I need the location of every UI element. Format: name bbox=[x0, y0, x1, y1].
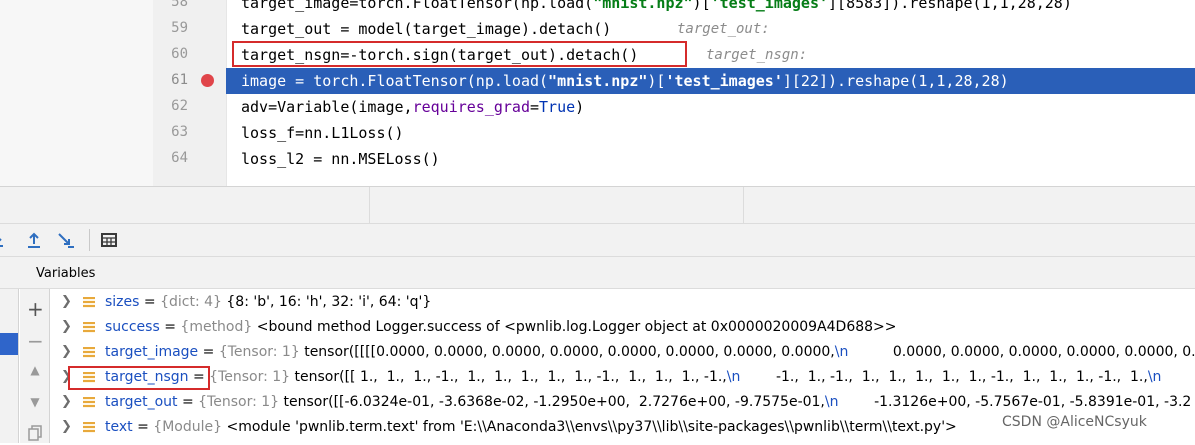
download-icon[interactable] bbox=[0, 230, 14, 250]
chevron-right-icon[interactable]: ❯ bbox=[61, 394, 72, 409]
variable-text: success = {method} <bound method Logger.… bbox=[105, 319, 897, 335]
plus-icon[interactable]: + bbox=[27, 297, 44, 321]
line-number: 60 bbox=[171, 46, 188, 62]
field-icon bbox=[83, 422, 95, 433]
breakpoint-icon[interactable] bbox=[201, 74, 214, 87]
header-separator bbox=[743, 187, 744, 223]
code-text: loss_f=nn.L1Loss() bbox=[241, 124, 404, 142]
inline-debug-hint: target_out: bbox=[677, 21, 770, 37]
gutter-line-61: 61 bbox=[153, 68, 226, 94]
code-line-62[interactable]: 62 adv=Variable(image,requires_grad=True… bbox=[153, 94, 1195, 120]
code-text: target_out = model(target_image).detach(… bbox=[241, 20, 612, 38]
variable-text: target_nsgn = {Tensor: 1} tensor([[ 1., … bbox=[105, 369, 1162, 385]
code-editor[interactable]: 58 target_image=torch.FloatTensor(np.loa… bbox=[0, 0, 1195, 186]
chevron-right-icon[interactable]: ❯ bbox=[61, 419, 72, 434]
variable-row-sizes[interactable]: ❯ sizes = {dict: 4} {8: 'b', 16: 'h', 32… bbox=[51, 290, 1195, 315]
field-icon bbox=[83, 297, 95, 308]
variables-title: Variables bbox=[36, 266, 96, 281]
variable-row-target-nsgn[interactable]: ❯ target_nsgn = {Tensor: 1} tensor([[ 1.… bbox=[51, 365, 1195, 390]
code-line-61-current[interactable]: image = torch.FloatTensor(np.load("mnist… bbox=[153, 68, 1195, 94]
minus-icon[interactable]: − bbox=[27, 329, 44, 353]
variable-text: target_out = {Tensor: 1} tensor([[-6.032… bbox=[105, 394, 1192, 410]
variables-side-toolbar: + − ▲ ▼ bbox=[20, 289, 50, 443]
code-line-63[interactable]: 63 loss_f=nn.L1Loss() bbox=[153, 120, 1195, 146]
debug-panel-header bbox=[0, 186, 1195, 223]
variable-text: sizes = {dict: 4} {8: 'b', 16: 'h', 32: … bbox=[105, 294, 432, 310]
field-icon bbox=[83, 397, 95, 408]
line-number: 59 bbox=[171, 20, 188, 36]
selected-frame[interactable] bbox=[0, 333, 18, 355]
step-into-icon[interactable] bbox=[56, 230, 76, 250]
toolbar-separator bbox=[89, 229, 90, 251]
code-text: target_image=torch.FloatTensor(np.load("… bbox=[241, 0, 1072, 12]
watermark: CSDN @AliceNCsyuk bbox=[1000, 414, 1149, 430]
highlight-box bbox=[232, 41, 687, 67]
line-number: 64 bbox=[171, 150, 188, 166]
chevron-right-icon[interactable]: ❯ bbox=[61, 319, 72, 334]
header-separator bbox=[369, 187, 370, 223]
variable-row-success[interactable]: ❯ success = {method} <bound method Logge… bbox=[51, 315, 1195, 340]
frames-strip bbox=[0, 289, 19, 443]
copy-icon[interactable] bbox=[27, 425, 43, 445]
variable-text: target_image = {Tensor: 1} tensor([[[[0.… bbox=[105, 344, 1195, 360]
code-text: adv=Variable(image,requires_grad=True) bbox=[241, 98, 585, 116]
upload-icon[interactable] bbox=[24, 230, 44, 250]
code-line-58[interactable]: 58 target_image=torch.FloatTensor(np.loa… bbox=[153, 0, 1195, 16]
variables-header: Variables bbox=[0, 256, 1195, 289]
variable-row-target-image[interactable]: ❯ target_image = {Tensor: 1} tensor([[[[… bbox=[51, 340, 1195, 365]
code-text: image = torch.FloatTensor(np.load("mnist… bbox=[241, 72, 1009, 90]
table-icon[interactable] bbox=[99, 230, 119, 250]
field-icon bbox=[83, 322, 95, 333]
line-number: 61 bbox=[171, 72, 188, 88]
arrow-down-icon[interactable]: ▼ bbox=[27, 395, 43, 409]
line-number: 62 bbox=[171, 98, 188, 114]
variable-text: text = {Module} <module 'pwnlib.term.tex… bbox=[105, 419, 957, 435]
debug-toolbar bbox=[0, 223, 1195, 256]
inline-debug-hint: target_nsgn: bbox=[706, 47, 808, 63]
variable-row-target-out[interactable]: ❯ target_out = {Tensor: 1} tensor([[-6.0… bbox=[51, 390, 1195, 415]
code-line-64[interactable]: 64 loss_l2 = nn.MSELoss() bbox=[153, 146, 1195, 172]
editor-left-margin bbox=[0, 0, 153, 186]
code-text: loss_l2 = nn.MSELoss() bbox=[241, 150, 440, 168]
code-line-59[interactable]: 59 target_out = model(target_image).deta… bbox=[153, 16, 1195, 42]
line-number: 58 bbox=[171, 0, 188, 10]
arrow-up-icon[interactable]: ▲ bbox=[27, 363, 43, 377]
field-icon bbox=[83, 347, 95, 358]
chevron-right-icon[interactable]: ❯ bbox=[61, 294, 72, 309]
highlight-box bbox=[68, 366, 210, 390]
chevron-right-icon[interactable]: ❯ bbox=[61, 344, 72, 359]
line-number: 63 bbox=[171, 124, 188, 140]
